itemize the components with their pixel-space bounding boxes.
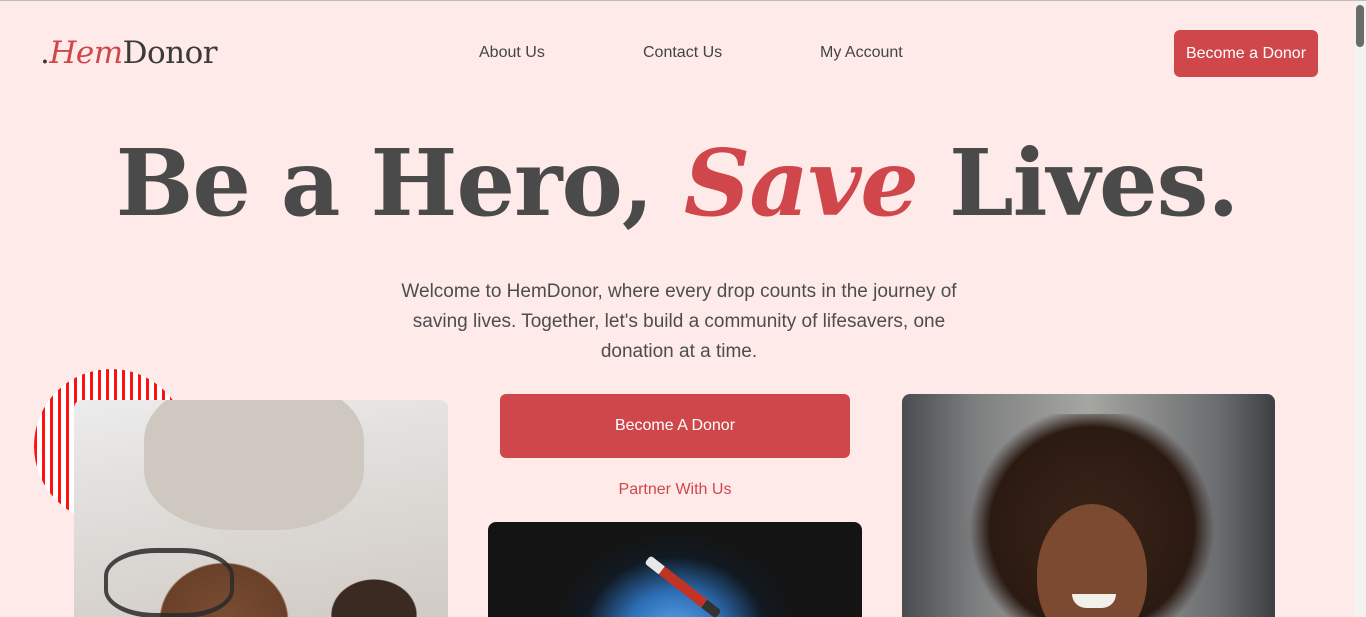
site-header: .HemDonor About Us Contact Us My Account… [0, 1, 1354, 101]
scrollbar-thumb[interactable] [1356, 5, 1364, 47]
hero-title-part1: Be a Hero, [115, 129, 684, 237]
hero-description: Welcome to HemDonor, where every drop co… [401, 281, 957, 362]
brand-logo[interactable]: .HemDonor [40, 35, 218, 71]
logo-donor: Donor [122, 35, 218, 71]
photo-shirt-shape [144, 400, 364, 530]
become-donor-button[interactable]: Become A Donor [500, 394, 850, 458]
father-child-photo [74, 400, 448, 617]
hero-title: Be a Hero, Save Lives. [0, 129, 1354, 237]
become-donor-header-button[interactable]: Become a Donor [1174, 30, 1318, 77]
hero-title-part2: Lives. [917, 129, 1239, 237]
nav-contact-link[interactable]: Contact Us [643, 44, 722, 62]
smiling-woman-photo [902, 394, 1275, 617]
logo-dot: . [40, 35, 50, 71]
nav-account-link[interactable]: My Account [820, 44, 903, 62]
page-scrollbar[interactable] [1354, 1, 1366, 617]
syringe-photo [488, 522, 862, 617]
syringe-icon [644, 555, 722, 617]
nav-about-link[interactable]: About Us [479, 44, 545, 62]
logo-hem: Hem [49, 35, 123, 71]
partner-with-us-link[interactable]: Partner With Us [500, 481, 850, 499]
photo-glasses-shape [104, 548, 234, 617]
hero-title-accent: Save [683, 129, 919, 237]
